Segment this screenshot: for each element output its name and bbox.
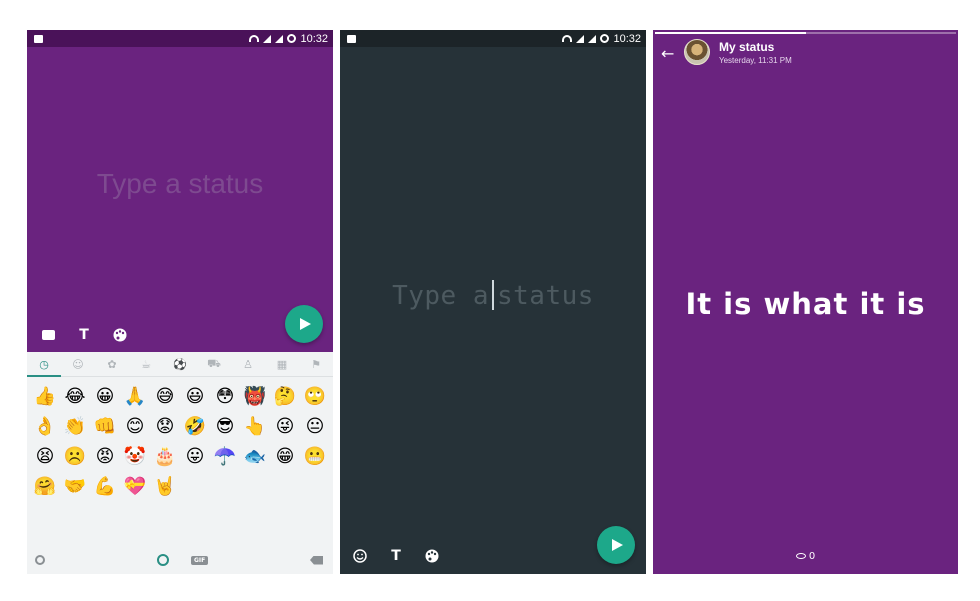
smileys-icon[interactable]: ☺ (61, 352, 95, 376)
emoji-key[interactable]: 😁 (270, 441, 300, 471)
compose-toolbar: T (40, 327, 128, 343)
objects-icon[interactable]: ♙ (231, 352, 265, 376)
keyboard-bottom-bar: GIF (27, 546, 333, 574)
emoji-icon[interactable] (157, 554, 169, 566)
emoji-key[interactable]: 🤝 (60, 471, 90, 501)
status-timestamp: Yesterday, 11:31 PM (719, 56, 792, 65)
keyboard-icon[interactable] (40, 327, 56, 343)
emoji-key[interactable]: 💪 (90, 471, 120, 501)
text-font-button[interactable]: T (388, 548, 404, 564)
status-bar: 10:32 (27, 30, 333, 47)
travel-icon[interactable]: ⛟ (197, 352, 231, 376)
emoji-key[interactable]: 🤡 (120, 441, 150, 471)
emoji-key[interactable]: 😫 (30, 441, 60, 471)
search-icon[interactable] (35, 555, 45, 565)
emoji-key[interactable]: 👏 (60, 411, 90, 441)
emoji-key[interactable]: 😡 (90, 441, 120, 471)
flags-icon[interactable]: ⚑ (299, 352, 333, 376)
notification-icon (347, 34, 356, 43)
emoji-key[interactable]: 😅 (150, 381, 180, 411)
placeholder-text-end: status (497, 281, 594, 311)
activity-icon[interactable]: ⚽ (163, 352, 197, 376)
text-font-button[interactable]: T (76, 327, 92, 343)
battery-icon (287, 34, 297, 43)
emoji-key[interactable]: 😛 (180, 441, 210, 471)
status-input[interactable]: Type a status (27, 168, 333, 200)
status-bar: 10:32 (340, 30, 646, 47)
backspace-icon[interactable] (310, 555, 323, 565)
emoji-key[interactable]: 👆 (240, 411, 270, 441)
emoji-key[interactable]: 🤘 (150, 471, 180, 501)
food-icon[interactable]: ☕ (129, 352, 163, 376)
clock: 10:32 (300, 32, 328, 45)
view-count[interactable]: 0 (653, 551, 958, 562)
avatar[interactable] (684, 39, 710, 65)
animals-icon[interactable]: ✿ (95, 352, 129, 376)
emoji-key[interactable]: 😬 (300, 441, 330, 471)
eye-icon (795, 553, 806, 559)
compose-toolbar: T (352, 548, 440, 564)
emoji-key[interactable]: 😜 (270, 411, 300, 441)
emoji-icon[interactable] (352, 548, 368, 564)
emoji-key[interactable]: 🤗 (30, 471, 60, 501)
emoji-key[interactable]: 😃 (180, 381, 210, 411)
signal-icon (588, 34, 597, 43)
signal-icon (263, 34, 272, 43)
emoji-key[interactable]: 😟 (150, 411, 180, 441)
send-icon (300, 318, 311, 330)
battery-icon (600, 34, 610, 43)
status-progress-fill (655, 32, 806, 34)
emoji-key[interactable]: ☹️ (60, 441, 90, 471)
emoji-key[interactable]: 😂 (60, 381, 90, 411)
send-button[interactable] (597, 526, 635, 564)
signal-icon (275, 34, 284, 43)
placeholder-text-start: Type a (392, 281, 489, 311)
send-icon (612, 539, 623, 551)
emoji-key[interactable]: 😐 (300, 411, 330, 441)
emoji-key[interactable]: 🙄 (300, 381, 330, 411)
emoji-key[interactable]: 😎 (210, 411, 240, 441)
emoji-grid: 👍 😂 😀 🙏 😅 😃 😳 👹 🤔 🙄 👌 👏 👊 😊 😟 🤣 😎 👆 😜 😐 😫 ☹️ 😡 🤡 🎂 😛 ☂️ 🐟 😁 😬 🤗 🤝 💪 💝 🤘 (27, 377, 333, 505)
symbols-icon[interactable]: ▦ (265, 352, 299, 376)
emoji-key[interactable]: 😳 (210, 381, 240, 411)
notification-icon (34, 34, 43, 43)
screen-compose-emoji: 10:32 Type a status T ◷ ☺ ✿ ☕ ⚽ ⛟ ♙ ▦ ⚑ 👍 😂 😀 🙏 😅 😃 😳 👹… (27, 30, 333, 574)
back-arrow-icon[interactable]: ← (661, 44, 674, 63)
emoji-key[interactable]: 👌 (30, 411, 60, 441)
emoji-key[interactable]: 👹 (240, 381, 270, 411)
emoji-key[interactable]: 😊 (120, 411, 150, 441)
text-cursor (492, 280, 494, 310)
palette-icon[interactable] (424, 548, 440, 564)
status-owner-name: My status (719, 40, 775, 54)
emoji-key[interactable]: 🙏 (120, 381, 150, 411)
emoji-key[interactable]: ☂️ (210, 441, 240, 471)
emoji-key[interactable]: 👊 (90, 411, 120, 441)
send-button[interactable] (285, 305, 323, 343)
emoji-key[interactable]: 💝 (120, 471, 150, 501)
view-count-value: 0 (808, 551, 816, 562)
emoji-key[interactable]: 👍 (30, 381, 60, 411)
recent-icon[interactable]: ◷ (27, 352, 61, 377)
emoji-key[interactable]: 🐟 (240, 441, 270, 471)
gif-button[interactable]: GIF (191, 555, 209, 565)
screen-status-view: ← My status Yesterday, 11:31 PM It is wh… (653, 30, 958, 574)
emoji-key[interactable]: 😀 (90, 381, 120, 411)
palette-icon[interactable] (112, 327, 128, 343)
emoji-key[interactable]: 🎂 (150, 441, 180, 471)
emoji-key[interactable]: 🤔 (270, 381, 300, 411)
clock: 10:32 (613, 32, 641, 45)
screen-compose-dark: 10:32 Type a status T (340, 30, 646, 574)
signal-icon (576, 34, 585, 43)
wifi-icon (249, 35, 260, 42)
status-progress-bar (655, 32, 956, 34)
emoji-category-tabs: ◷ ☺ ✿ ☕ ⚽ ⛟ ♙ ▦ ⚑ (27, 352, 333, 377)
status-text: It is what it is (685, 287, 926, 321)
emoji-keyboard: ◷ ☺ ✿ ☕ ⚽ ⛟ ♙ ▦ ⚑ 👍 😂 😀 🙏 😅 😃 😳 👹 🤔 🙄 👌 👏 👊 😊 😟 🤣 😎 👆 😜 😐 😫 ☹️ 😡 🤡 🎂 😛 ☂️ 🐟… (27, 352, 333, 574)
wifi-icon (562, 35, 573, 42)
emoji-key[interactable]: 🤣 (180, 411, 210, 441)
status-input[interactable]: Type a status (340, 280, 646, 311)
